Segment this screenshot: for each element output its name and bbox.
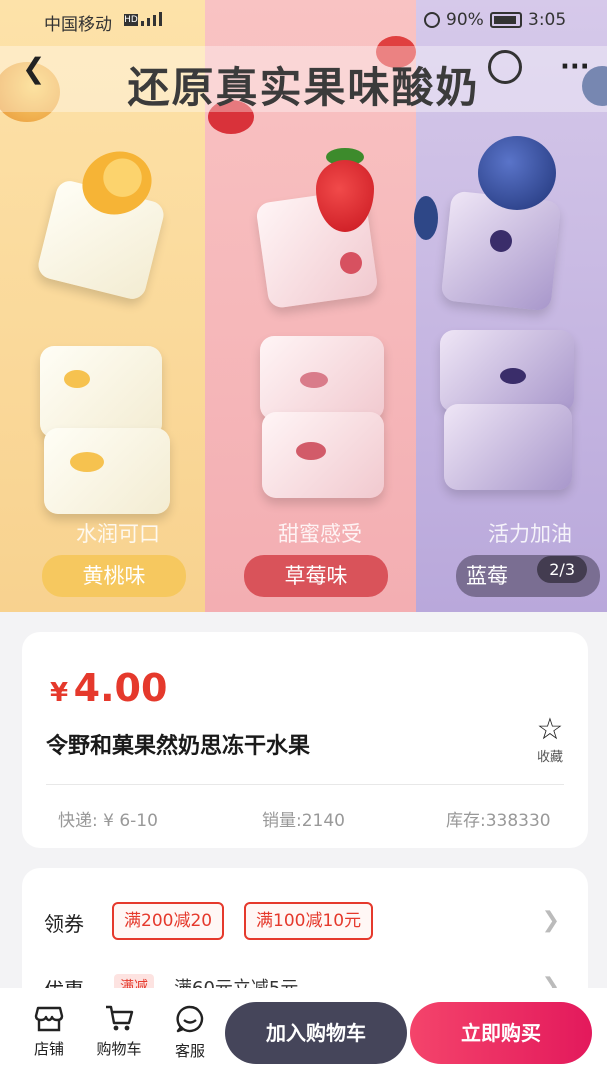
- coupon-tag[interactable]: 满200减20: [112, 902, 225, 940]
- peach-yogurt-cube: [40, 346, 162, 438]
- star-icon: ☆: [536, 712, 564, 747]
- stock-count: 库存:338330: [446, 811, 551, 831]
- peach-yogurt-cube: [44, 428, 170, 514]
- currency-symbol: ¥: [50, 678, 69, 708]
- price-value: 4.00: [73, 666, 168, 710]
- blueberry-icon: [478, 136, 556, 210]
- cart-button[interactable]: 购物车: [91, 1004, 147, 1059]
- clock-time: 3:05: [528, 10, 567, 30]
- alarm-icon: [424, 12, 440, 28]
- blueberry-decoration-small: [414, 196, 438, 240]
- favorite-label: 收藏: [536, 750, 563, 765]
- strawberry-chunk: [300, 372, 328, 388]
- customer-service-button[interactable]: 客服: [162, 1004, 218, 1061]
- flavor-pill-peach: 黄桃味: [42, 555, 186, 597]
- flavor-subtitle-peach: 水润可口: [76, 522, 160, 546]
- status-bar: 中国移动 HD 90% 3:05: [0, 0, 607, 40]
- store-icon: [34, 1006, 64, 1032]
- product-image-carousel[interactable]: 还原真实果味酸奶 水润可口 甜蜜感受 活力加油 黄桃味 草莓味 蓝莓 2/3: [0, 0, 607, 612]
- divider: [46, 784, 564, 785]
- blueberry-yogurt-cube: [444, 404, 572, 490]
- flavor-subtitle-strawberry: 甜蜜感受: [278, 522, 362, 546]
- shipping-fee: 快递: ¥ 6-10: [58, 811, 158, 831]
- status-right: 90%: [424, 10, 522, 30]
- add-to-cart-button[interactable]: 加入购物车: [225, 1002, 407, 1064]
- hd-badge: HD: [124, 14, 138, 26]
- battery-icon: [489, 12, 522, 28]
- product-title: 令野和菓果然奶思冻干水果: [46, 734, 311, 759]
- peach-chunk: [70, 452, 104, 472]
- chevron-right-icon[interactable]: ❯: [542, 908, 560, 933]
- cart-label: 购物车: [96, 1040, 142, 1058]
- chat-icon: [176, 1005, 204, 1033]
- strawberry-chunk: [340, 252, 362, 274]
- service-label: 客服: [174, 1042, 205, 1060]
- image-page-counter: 2/3: [537, 556, 587, 583]
- battery-percent: 90%: [446, 10, 484, 30]
- coupon-tag[interactable]: 满100减10元: [244, 902, 374, 940]
- strawberry-chunk: [296, 442, 326, 460]
- buy-now-button[interactable]: 立即购买: [410, 1002, 592, 1064]
- flavor-subtitle-blueberry: 活力加油: [488, 522, 572, 546]
- share-icon[interactable]: [488, 50, 522, 84]
- back-icon[interactable]: ❮: [22, 52, 45, 85]
- store-label: 店铺: [33, 1040, 64, 1058]
- coupon-row-label: 领券: [44, 912, 84, 936]
- store-button[interactable]: 店铺: [21, 1004, 77, 1059]
- carrier-name: 中国移动: [44, 15, 112, 35]
- product-info-card: ¥ 4.00 令野和菓果然奶思冻干水果 ☆ 收藏 快递: ¥ 6-10 销量:2…: [22, 632, 588, 848]
- signal-icon: HD: [124, 12, 162, 26]
- favorite-button[interactable]: ☆ 收藏: [528, 712, 572, 766]
- more-icon[interactable]: ···: [560, 52, 590, 82]
- bottom-action-bar: 店铺 购物车 客服 加入购物车 立即购买: [0, 988, 607, 1080]
- blueberry-chunk: [490, 230, 512, 252]
- cart-icon: [106, 1005, 134, 1031]
- price: ¥ 4.00: [50, 666, 167, 710]
- flavor-pill-strawberry: 草莓味: [244, 555, 388, 597]
- blueberry-chunk: [500, 368, 526, 384]
- sales-count: 销量:2140: [262, 811, 345, 831]
- peach-chunk: [64, 370, 90, 388]
